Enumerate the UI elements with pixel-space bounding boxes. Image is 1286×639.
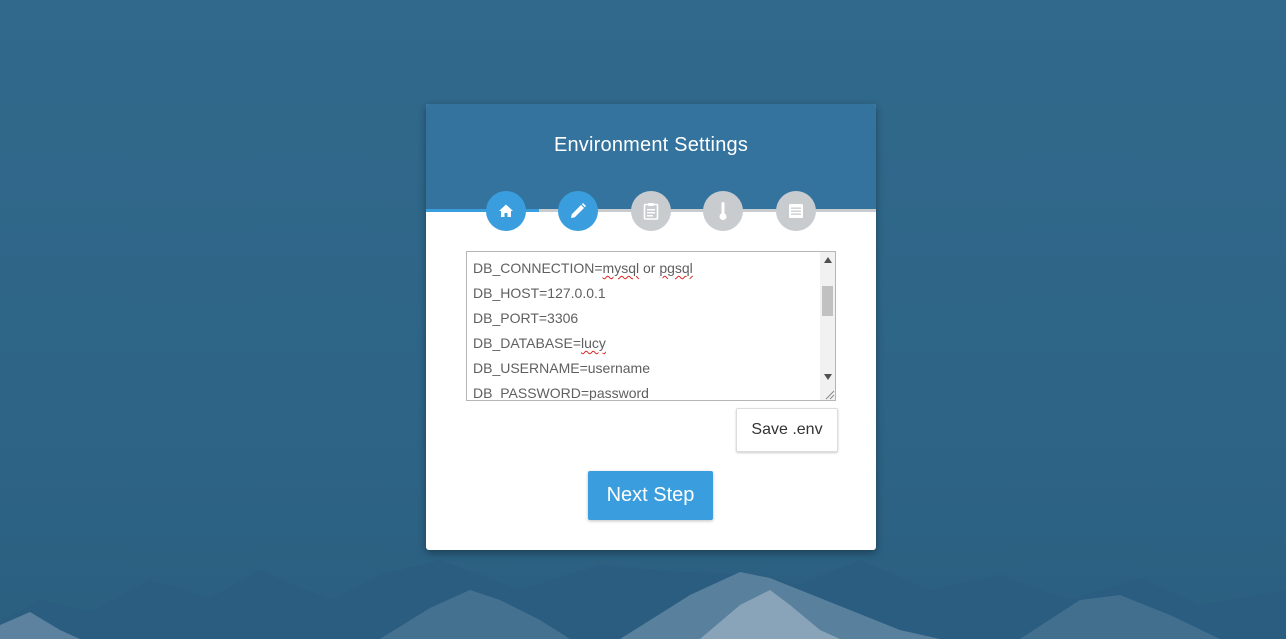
textarea-scrollbar[interactable]: [820, 252, 835, 400]
step-requirements[interactable]: [631, 191, 671, 231]
home-icon: [498, 203, 514, 219]
page-title: Environment Settings: [553, 134, 749, 156]
env-line-connection: DB_CONNECTION=mysql or pgsql: [473, 260, 693, 276]
thermometer-icon: [717, 201, 729, 221]
env-content: DB_CONNECTION=mysql or pgsql DB_HOST=127…: [473, 256, 818, 401]
clipboard-icon: [643, 202, 659, 220]
list-icon: [788, 203, 804, 219]
scroll-down-arrow-icon[interactable]: [820, 370, 835, 384]
env-line-port: DB_PORT=3306: [473, 310, 579, 326]
spellcheck-word: mysql: [602, 260, 640, 276]
env-line-password: DB_PASSWORD=password: [473, 385, 649, 401]
scrollbar-thumb[interactable]: [822, 286, 833, 316]
env-line-host: DB_HOST=127.0.0.1: [473, 285, 606, 301]
next-step-button[interactable]: Next Step: [588, 471, 713, 520]
spellcheck-word: lucy: [581, 335, 606, 351]
save-env-button[interactable]: Save .env: [736, 408, 838, 452]
pencil-icon: [569, 202, 587, 220]
env-line-database: DB_DATABASE=lucy: [473, 335, 606, 351]
scroll-up-arrow-icon[interactable]: [820, 253, 835, 267]
spellcheck-word: pgsql: [659, 260, 693, 276]
step-final[interactable]: [776, 191, 816, 231]
env-line-username: DB_USERNAME=username: [473, 360, 651, 376]
env-textarea[interactable]: DB_CONNECTION=mysql or pgsql DB_HOST=127…: [466, 251, 836, 401]
resize-grip-icon[interactable]: [823, 388, 835, 400]
step-permissions[interactable]: [703, 191, 743, 231]
step-home[interactable]: [486, 191, 526, 231]
wizard-card: Environment Settings DB_CONNECTION=mysql…: [426, 104, 876, 550]
step-environment[interactable]: [558, 191, 598, 231]
